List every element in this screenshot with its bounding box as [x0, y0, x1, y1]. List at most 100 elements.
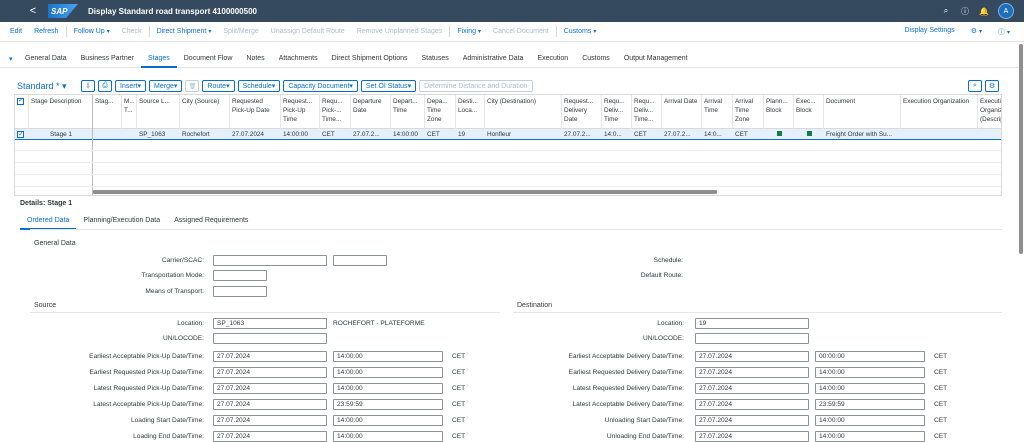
source-date-input[interactable]: 27.07.2024: [213, 383, 327, 394]
stage-route-button[interactable]: Route ▾: [202, 80, 235, 92]
column-header[interactable]: Source L...: [137, 95, 180, 129]
means-input[interactable]: [213, 286, 267, 297]
toolbar-direct-shipment-button[interactable]: Direct Shipment ▾: [151, 28, 218, 35]
dest-unlocode-input[interactable]: [695, 333, 809, 344]
table-search-icon[interactable]: ⌕: [968, 80, 982, 92]
tab-attachments[interactable]: Attachments: [272, 50, 325, 68]
dest-date-input[interactable]: 27.07.2024: [695, 351, 809, 362]
table-row[interactable]: Stage 1SP_1063Rochefort27.07.202414:00:0…: [15, 129, 1001, 140]
dest-time-input[interactable]: 14:00:00: [815, 431, 925, 442]
detail-tab-planning-execution-data[interactable]: Planning/Execution Data: [76, 214, 167, 230]
column-header[interactable]: Arrival Date: [662, 95, 702, 129]
delete-icon[interactable]: 🗑: [185, 80, 200, 92]
help-menu-icon[interactable]: ⓘ ▾: [992, 27, 1016, 37]
toolbar-fixing-button[interactable]: Fixing ▾: [451, 28, 487, 35]
column-header[interactable]: Document: [824, 95, 901, 129]
toolbar-unassign-default-route-button[interactable]: Unassign Default Route: [265, 28, 351, 35]
column-header[interactable]: Depart... Time: [391, 95, 425, 129]
source-date-input[interactable]: 27.07.2024: [213, 399, 327, 410]
column-header[interactable]: Requ... Deliv... Time: [602, 95, 632, 129]
source-time-input[interactable]: 14:00:00: [333, 431, 443, 442]
horizontal-scrollbar[interactable]: [93, 190, 717, 194]
source-date-input[interactable]: 27.07.2024: [213, 415, 327, 426]
tab-execution[interactable]: Execution: [530, 50, 575, 68]
stage-set-oi-status-button[interactable]: Set OI Status ▾: [360, 80, 417, 92]
column-header[interactable]: Requested Pick-Up Date: [230, 95, 281, 129]
column-header[interactable]: Stag...: [93, 95, 122, 129]
column-header[interactable]: Arrival Time: [702, 95, 733, 129]
avatar[interactable]: A: [998, 3, 1014, 19]
column-header[interactable]: Exec... Block: [794, 95, 824, 129]
source-time-input[interactable]: 14:00:00: [333, 415, 443, 426]
source-date-input[interactable]: 27.07.2024: [213, 367, 327, 378]
column-header[interactable]: Plann... Block: [764, 95, 794, 129]
column-header[interactable]: Departure Date: [351, 95, 391, 129]
scac-input[interactable]: [333, 255, 387, 266]
dest-location-input[interactable]: 19: [695, 318, 809, 329]
display-settings-button[interactable]: Display Settings: [898, 27, 960, 37]
toolbar-follow-up-button[interactable]: Follow Up ▾: [68, 28, 116, 35]
bell-icon[interactable]: 🔔: [979, 7, 989, 16]
dest-time-input[interactable]: 00:00:00: [815, 351, 925, 362]
help-icon[interactable]: ⓘ: [960, 6, 970, 17]
source-date-input[interactable]: 27.07.2024: [213, 431, 327, 442]
dest-date-input[interactable]: 27.07.2024: [695, 367, 809, 378]
column-header[interactable]: Request... Pick-Up Time: [281, 95, 320, 129]
source-time-input[interactable]: 23:59:59: [333, 399, 443, 410]
variant-selector[interactable]: Standard * ▾: [17, 81, 81, 92]
column-header[interactable]: Request... Delivery Date: [562, 95, 602, 129]
dest-time-input[interactable]: 14:00:00: [815, 383, 925, 394]
column-header[interactable]: Requ... Pick-... Time...: [320, 95, 351, 129]
detail-tab-assigned-requirements[interactable]: Assigned Requirements: [167, 214, 255, 230]
column-header[interactable]: Desti... Loca...: [456, 95, 485, 129]
toolbar-cancel-document-button[interactable]: Cancel Document: [487, 28, 555, 35]
stage-insert-button[interactable]: Insert ▾: [115, 80, 147, 92]
source-time-input[interactable]: 14:00:00: [333, 351, 443, 362]
tab-output-management[interactable]: Output Management: [617, 50, 695, 68]
dest-date-input[interactable]: 27.07.2024: [695, 399, 809, 410]
tab-stages[interactable]: Stages: [140, 50, 177, 68]
carrier-input[interactable]: [213, 255, 327, 266]
tab-general-data[interactable]: General Data: [18, 50, 74, 68]
vertical-scrollbar[interactable]: [1019, 44, 1023, 254]
toolbar-remove-unplanned-stages-button[interactable]: Remove Unplanned Stages: [351, 28, 449, 35]
toolbar-check-button[interactable]: Check: [116, 28, 148, 35]
tab-direct-shipment-options[interactable]: Direct Shipment Options: [325, 50, 415, 68]
detail-tab-ordered-data[interactable]: Ordered Data: [20, 214, 77, 230]
dest-date-input[interactable]: 27.07.2024: [695, 431, 809, 442]
dest-date-input[interactable]: 27.07.2024: [695, 415, 809, 426]
column-header[interactable]: Requ... Deliv... Time...: [632, 95, 662, 129]
column-header[interactable]: Depa... Time Zone: [425, 95, 456, 129]
tab-business-partner[interactable]: Business Partner: [74, 50, 141, 68]
dest-time-input[interactable]: 14:00:00: [815, 415, 925, 426]
toolbar-refresh-button[interactable]: Refresh: [28, 28, 65, 35]
toolbar-customs-button[interactable]: Customs ▾: [558, 28, 603, 35]
stage-schedule-button[interactable]: Schedule ▾: [237, 80, 281, 92]
print-icon[interactable]: ⎙: [98, 80, 112, 92]
tab-document-flow[interactable]: Document Flow: [177, 50, 240, 68]
tab-customs[interactable]: Customs: [575, 50, 617, 68]
stage-determine-distance-and-duration-button[interactable]: Determine Distance and Duration: [419, 80, 533, 92]
toolbar-edit-button[interactable]: Edit: [4, 28, 28, 35]
table-settings-icon[interactable]: ⚙: [985, 80, 999, 92]
tab-statuses[interactable]: Statuses: [414, 50, 455, 68]
source-time-input[interactable]: 14:00:00: [333, 383, 443, 394]
collapse-header-icon[interactable]: ▾: [9, 55, 18, 63]
column-header[interactable]: Execution Organization: [901, 95, 978, 129]
source-unlocode-input[interactable]: [213, 333, 327, 344]
dest-time-input[interactable]: 14:00:00: [815, 367, 925, 378]
settings-icon[interactable]: ⚙ ▾: [965, 27, 988, 37]
column-header[interactable]: Arrival Time Zone: [733, 95, 764, 129]
toolbar-split-merge-button[interactable]: Split/Merge: [217, 28, 264, 35]
column-header[interactable]: City (Destination): [485, 95, 562, 129]
sap-logo[interactable]: SAP: [48, 4, 78, 18]
tab-administrative-data[interactable]: Administrative Data: [456, 50, 531, 68]
column-header[interactable]: City (Source): [180, 95, 230, 129]
dest-date-input[interactable]: 27.07.2024: [695, 383, 809, 394]
export-icon[interactable]: ⇩: [81, 80, 95, 92]
transport-mode-input[interactable]: [213, 270, 267, 281]
source-date-input[interactable]: 27.07.2024: [213, 351, 327, 362]
back-button[interactable]: <: [26, 5, 40, 17]
tab-notes[interactable]: Notes: [239, 50, 271, 68]
search-icon[interactable]: ⌕: [941, 6, 951, 16]
